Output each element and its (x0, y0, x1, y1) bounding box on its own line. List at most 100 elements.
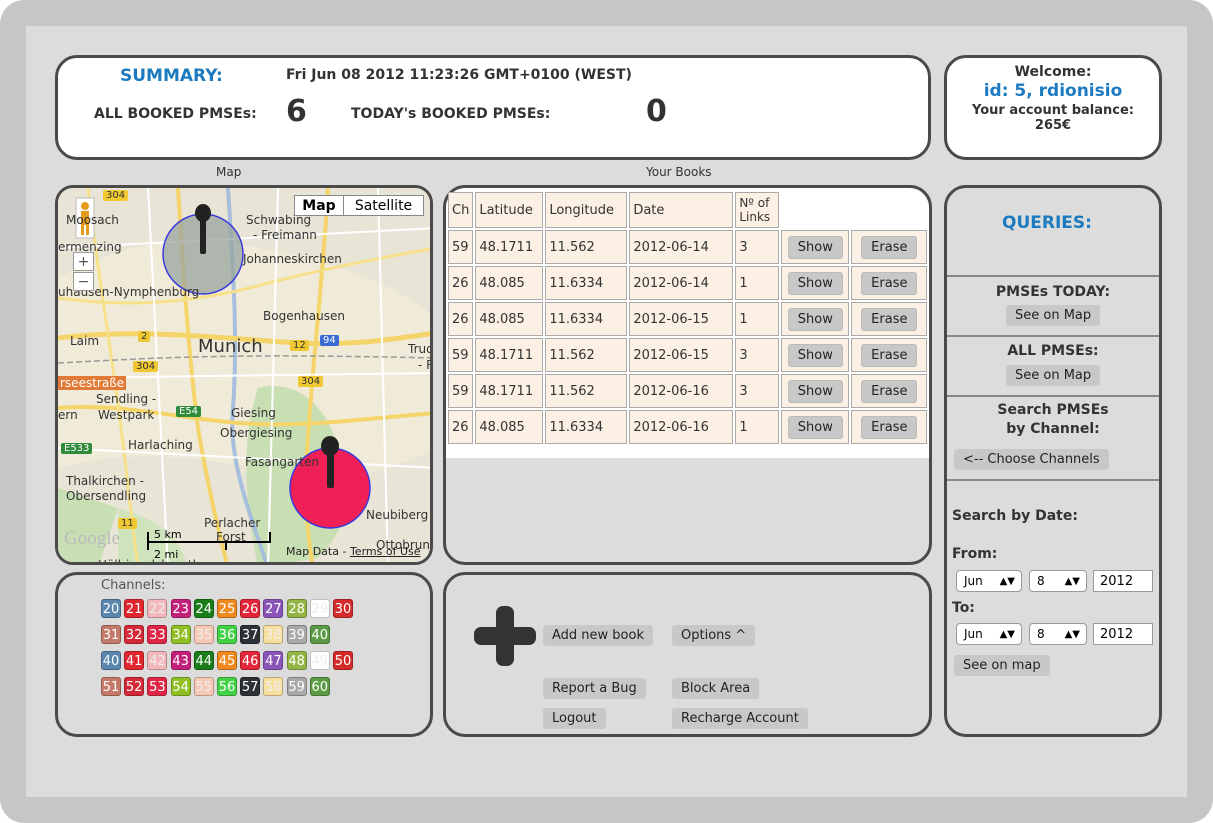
channel-chip[interactable]: 40 (309, 625, 330, 644)
channel-chip[interactable]: 22 (147, 599, 168, 618)
channel-chip[interactable]: 39 (286, 625, 307, 644)
show-button[interactable]: Show (787, 235, 843, 259)
all-booked-label: ALL BOOKED PMSEs: (94, 106, 257, 122)
show-button[interactable]: Show (787, 415, 843, 439)
map-type-satellite-button[interactable]: Satellite (343, 195, 424, 216)
channel-chip[interactable]: 35 (193, 625, 214, 644)
show-button[interactable]: Show (787, 271, 843, 295)
search-by-channel-label-2: by Channel: (1006, 421, 1100, 437)
channel-chip[interactable]: 46 (240, 651, 261, 670)
channel-chip[interactable]: 34 (170, 625, 191, 644)
choose-channels-button[interactable]: <-- Choose Channels (954, 449, 1109, 470)
show-button[interactable]: Show (787, 307, 843, 331)
channel-chip[interactable]: 30 (333, 599, 353, 618)
road-number-label: 304 (133, 361, 159, 372)
channel-chip[interactable]: 23 (170, 599, 191, 618)
books-caption: Your Books (646, 165, 712, 179)
options-button[interactable]: Options ^ (672, 625, 756, 646)
channel-chip[interactable]: 37 (240, 625, 261, 644)
channel-chip[interactable]: 25 (217, 599, 237, 618)
channel-chip[interactable]: 60 (309, 677, 330, 696)
map-place-label: Trud (408, 342, 433, 356)
channel-chip[interactable]: 58 (263, 677, 284, 696)
today-see-on-map-button[interactable]: See on Map (1006, 305, 1101, 326)
channel-chip[interactable]: 42 (147, 651, 168, 670)
to-month-select[interactable]: Jun ▲▼ (956, 623, 1022, 645)
channel-chip[interactable]: 33 (147, 625, 168, 644)
channel-chip[interactable]: 28 (286, 599, 307, 618)
zoom-in-button[interactable]: + (73, 252, 94, 271)
channel-chip[interactable]: 26 (240, 599, 261, 618)
channel-chip[interactable]: 59 (286, 677, 307, 696)
erase-button[interactable]: Erase (861, 235, 918, 259)
channel-chip[interactable]: 43 (170, 651, 191, 670)
report-bug-button[interactable]: Report a Bug (543, 678, 646, 699)
erase-button[interactable]: Erase (861, 415, 918, 439)
cell-ch: 59 (448, 338, 474, 372)
channel-chip[interactable]: 57 (240, 677, 261, 696)
channel-chip[interactable]: 48 (286, 651, 307, 670)
erase-button[interactable]: Erase (861, 271, 918, 295)
channel-chip[interactable]: 38 (263, 625, 284, 644)
channel-chip[interactable]: 36 (217, 625, 237, 644)
channel-chip[interactable]: 41 (124, 651, 145, 670)
map-type-map-button[interactable]: Map (294, 195, 344, 216)
channel-chip[interactable]: 56 (217, 677, 237, 696)
map-place-label: Höllriegelskreuth (98, 558, 201, 565)
terms-of-use-link[interactable]: Terms of Use (350, 545, 421, 558)
map-place-label: Forst (216, 530, 246, 544)
table-row: 59 48.1711 11.562 2012-06-14 3 Show Erase (448, 230, 928, 264)
from-year-input[interactable]: 2012 (1093, 570, 1153, 592)
all-see-on-map-button[interactable]: See on Map (1006, 365, 1101, 386)
channel-chip[interactable]: 24 (193, 599, 214, 618)
channel-chip[interactable]: 32 (124, 625, 145, 644)
add-new-book-button[interactable]: Add new book (543, 625, 653, 646)
header-ch: Ch (448, 192, 474, 228)
cell-date: 2012-06-16 (629, 410, 734, 444)
channel-chip[interactable]: 20 (101, 599, 121, 618)
recharge-account-button[interactable]: Recharge Account (672, 708, 808, 729)
channel-chip[interactable]: 54 (170, 677, 191, 696)
cell-longitude: 11.562 (545, 230, 628, 264)
zoom-out-button[interactable]: − (73, 272, 94, 291)
channel-chip[interactable]: 45 (217, 651, 237, 670)
cell-links: 3 (735, 338, 780, 372)
channel-chip[interactable]: 55 (193, 677, 214, 696)
map-data-link[interactable]: Map Data (286, 545, 339, 558)
to-label: To: (952, 600, 975, 616)
channel-chip[interactable]: 49 (309, 651, 330, 670)
road-number-label: E533 (61, 443, 93, 454)
channel-chip[interactable]: 50 (333, 651, 353, 670)
channel-chip[interactable]: 52 (124, 677, 145, 696)
to-year-input[interactable]: 2012 (1093, 623, 1153, 645)
show-button[interactable]: Show (787, 343, 843, 367)
road-number-label: 94 (320, 335, 339, 346)
show-button[interactable]: Show (787, 379, 843, 403)
header-longitude: Longitude (545, 192, 628, 228)
map-panel[interactable]: Moosach Schwabing - Freimann Johanneskirche… (55, 185, 433, 565)
channel-chip[interactable]: 53 (147, 677, 168, 696)
cell-links: 1 (735, 302, 780, 336)
channel-chip[interactable]: 27 (263, 599, 284, 618)
channel-chip[interactable]: 40 (101, 651, 121, 670)
logout-button[interactable]: Logout (543, 708, 606, 729)
cell-longitude: 11.6334 (545, 302, 628, 336)
cell-latitude: 48.085 (475, 410, 544, 444)
erase-button[interactable]: Erase (861, 343, 918, 367)
welcome-user: id: 5, rdionisio (983, 81, 1123, 101)
from-day-select[interactable]: 8 ▲▼ (1029, 570, 1087, 592)
to-day-select[interactable]: 8 ▲▼ (1029, 623, 1087, 645)
channel-chip[interactable]: 31 (101, 625, 121, 644)
table-row: 26 48.085 11.6334 2012-06-15 1 Show Erase (448, 302, 928, 336)
erase-button[interactable]: Erase (861, 379, 918, 403)
channel-chip[interactable]: 47 (263, 651, 284, 670)
from-month-select[interactable]: Jun ▲▼ (956, 570, 1022, 592)
erase-button[interactable]: Erase (861, 307, 918, 331)
channel-chip[interactable]: 29 (309, 599, 330, 618)
channel-chip[interactable]: 21 (124, 599, 145, 618)
map-place-label: Moosach (66, 213, 119, 227)
channel-chip[interactable]: 51 (101, 677, 121, 696)
date-see-on-map-button[interactable]: See on map (954, 655, 1050, 676)
channel-chip[interactable]: 44 (193, 651, 214, 670)
block-area-button[interactable]: Block Area (672, 678, 760, 699)
